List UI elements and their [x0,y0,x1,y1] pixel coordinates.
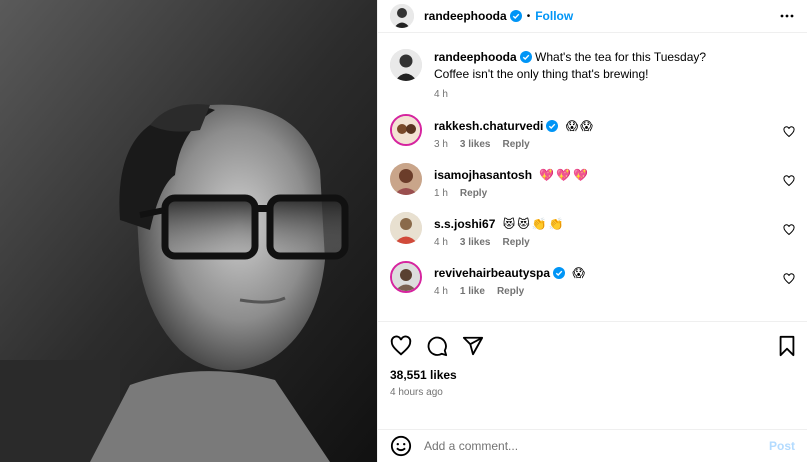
comment-text: 😱 [572,266,587,280]
caption-time: 4 h [434,89,448,100]
caption: randeephooda What's the tea for this Tue… [390,49,795,100]
comment-item: s.s.joshi67 😻😻👏👏 4 h 3 likes Reply [390,212,795,248]
caption-line-1: What's the tea for this Tuesday? [535,50,707,64]
post-side-panel: randeephooda • Follow randeephooda What'… [377,0,807,462]
comment-time: 4 h [434,237,448,248]
comment-username[interactable]: rakkesh.chaturvedi [434,119,543,133]
caption-avatar[interactable] [390,49,422,81]
post-dialog: randeephooda • Follow randeephooda What'… [0,0,807,462]
action-bar [378,328,807,364]
comment-text: 😻😻👏👏 [502,217,566,231]
comment-heart-icon[interactable] [783,224,795,236]
comment-time: 3 h [434,139,448,150]
reply-button[interactable]: Reply [503,139,530,150]
comments-list[interactable]: randeephooda What's the tea for this Tue… [378,33,807,322]
reply-button[interactable]: Reply [503,237,530,248]
heart-icon[interactable] [390,335,412,357]
commenter-avatar[interactable] [390,114,422,146]
post-header: randeephooda • Follow [378,0,807,33]
comment-item: rakkesh.chaturvedi 😱😱 3 h 3 likes Reply [390,114,795,150]
reply-button[interactable]: Reply [460,188,487,199]
likes-count[interactable]: 38,551 likes [378,364,807,382]
caption-text: randeephooda What's the tea for this Tue… [434,49,706,83]
comment-input[interactable] [424,439,769,453]
comment-heart-icon[interactable] [783,175,795,187]
caption-username[interactable]: randeephooda [434,50,517,64]
comment-username[interactable]: isamojhasantosh [434,168,532,182]
post-button[interactable]: Post [769,439,795,453]
comment-likes[interactable]: 3 likes [460,237,491,248]
comment-likes[interactable]: 1 like [460,286,485,297]
send-icon[interactable] [462,335,484,357]
comment-icon[interactable] [426,335,448,357]
commenter-avatar[interactable] [390,163,422,195]
emoji-icon[interactable] [390,435,412,457]
comment-likes[interactable]: 3 likes [460,139,491,150]
follow-button[interactable]: Follow [535,9,573,23]
owner-username[interactable]: randeephooda [424,9,507,23]
comment-time: 4 h [434,286,448,297]
bookmark-icon[interactable] [777,335,797,357]
comment-time: 1 h [434,188,448,199]
reply-button[interactable]: Reply [497,286,524,297]
caption-line-2: Coffee isn't the only thing that's brewi… [434,67,649,81]
separator-dot: • [526,10,531,22]
post-photo[interactable] [0,0,377,462]
comment-heart-icon[interactable] [783,126,795,138]
portrait-image [0,0,377,462]
comment-item: revivehairbeautyspa 😱 4 h 1 like Reply [390,261,795,297]
comment-username[interactable]: revivehairbeautyspa [434,266,550,280]
comment-item: isamojhasantosh 💖💖💖 1 h Reply [390,163,795,199]
verified-badge-icon [553,267,566,279]
verified-badge-icon [519,51,532,63]
commenter-avatar[interactable] [390,212,422,244]
comment-text: 💖💖💖 [539,168,591,182]
commenter-avatar[interactable] [390,261,422,293]
add-comment-bar: Post [378,429,807,462]
comment-username[interactable]: s.s.joshi67 [434,217,495,231]
post-time[interactable]: 4 hours ago [378,382,807,398]
more-icon[interactable] [779,8,795,24]
verified-badge-icon [546,120,559,132]
verified-badge-icon [509,10,522,22]
comment-text: 😱😱 [565,119,595,133]
owner-avatar[interactable] [390,4,414,28]
comment-heart-icon[interactable] [783,273,795,285]
